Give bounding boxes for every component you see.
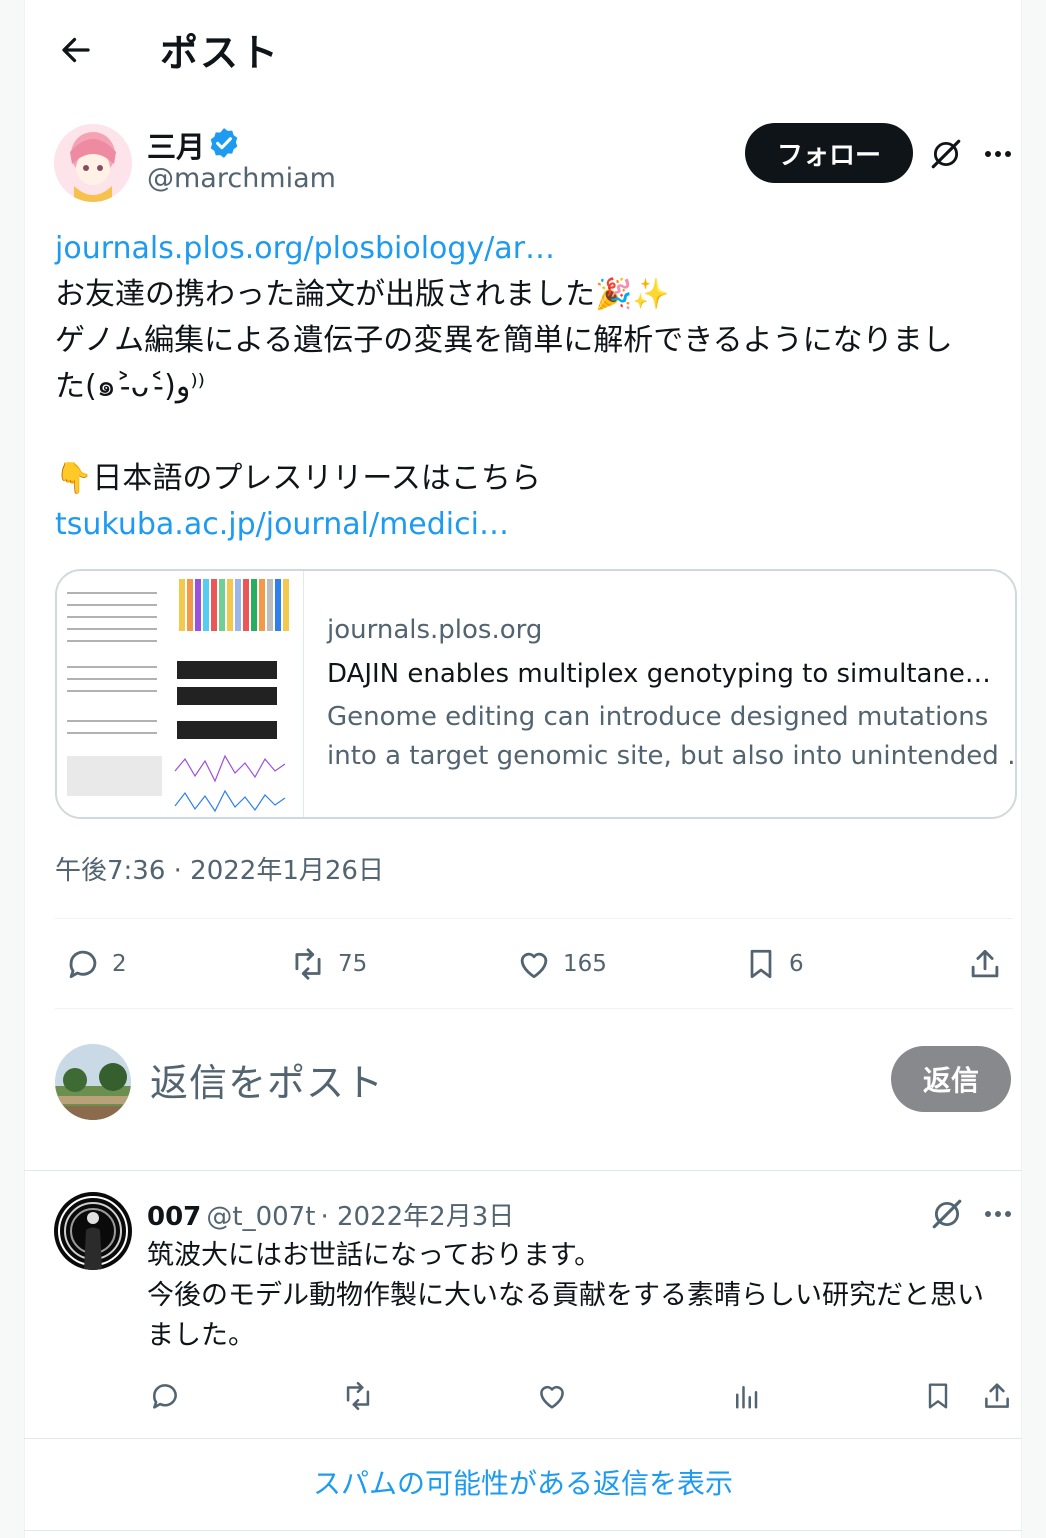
author-handle[interactable]: @marchmiam — [147, 163, 336, 194]
repost-icon — [346, 1381, 370, 1411]
reply-views-button[interactable] — [727, 1377, 765, 1415]
more-icon — [985, 151, 1011, 157]
divider — [55, 1008, 1013, 1009]
show-spam-replies-link[interactable]: スパムの可能性がある返信を表示 — [0, 1462, 1046, 1502]
reply-text-line: 筑波大にはお世話になっております。 — [147, 1240, 602, 1271]
post-text-line: お友達の携わった論文が出版されました🎉✨ — [55, 277, 670, 312]
post-text-line: た(๑˃̵ᴗ˂̵)و⁾⁾ — [55, 369, 206, 404]
reply-author-row: 007 @t_007t · 2022年2月3日 — [147, 1196, 514, 1233]
section-divider — [24, 1170, 1022, 1171]
like-action[interactable]: 165 — [515, 945, 607, 983]
reply-icon — [69, 950, 97, 979]
reply-bookmark-button[interactable] — [919, 1377, 957, 1415]
grok-icon — [931, 139, 961, 169]
page-title: ポスト — [160, 31, 281, 75]
reply-author-handle[interactable]: @t_007t — [206, 1202, 315, 1232]
card-title: DAJIN enables multiplex genotyping to si… — [327, 659, 992, 689]
reply-grok-button[interactable] — [927, 1194, 967, 1234]
back-button[interactable] — [58, 32, 94, 68]
section-divider — [24, 1530, 1022, 1531]
more-icon — [985, 1211, 1011, 1217]
card-description: Genome editing can introduce designed mu… — [327, 698, 1017, 776]
analytics-icon — [736, 1386, 758, 1409]
current-user-avatar[interactable] — [55, 1044, 131, 1120]
share-icon — [985, 1383, 1009, 1408]
divider — [55, 918, 1013, 919]
bookmark-count: 6 — [789, 951, 804, 977]
post-link-plos[interactable]: journals.plos.org/plosbiology/ar… — [55, 226, 555, 272]
reply-repost-button[interactable] — [339, 1377, 377, 1415]
reply-icon — [153, 1384, 177, 1409]
post-text-line: 👇日本語のプレスリリースはこちら — [55, 461, 541, 496]
share-action[interactable] — [966, 945, 1004, 983]
reply-submit-button[interactable]: 返信 — [891, 1046, 1011, 1112]
reply-like-button[interactable] — [533, 1377, 571, 1415]
reply-text: 筑波大にはお世話になっております。 今後のモデル動物作製に大いなる貢献をする素晴… — [147, 1236, 984, 1356]
repost-count: 75 — [338, 951, 368, 977]
verified-badge-icon — [207, 126, 241, 160]
reply-author-name[interactable]: 007 — [147, 1202, 201, 1232]
heart-icon — [520, 952, 548, 979]
repost-action[interactable]: 75 — [288, 945, 367, 983]
card-domain: journals.plos.org — [327, 615, 543, 645]
grok-icon — [932, 1199, 962, 1229]
post-timestamp[interactable]: 午後7:36 · 2022年1月26日 — [55, 850, 384, 887]
reply-input[interactable]: 返信をポスト — [150, 1052, 384, 1107]
reply-action[interactable]: 2 — [64, 945, 127, 983]
follow-button[interactable]: フォロー — [745, 123, 913, 183]
bookmark-icon — [928, 1383, 948, 1409]
section-divider — [24, 1438, 1022, 1439]
share-icon — [971, 949, 999, 978]
reply-author-avatar[interactable] — [54, 1192, 132, 1270]
grok-button[interactable] — [926, 134, 966, 174]
card-desc-line: Genome editing can introduce designed mu… — [327, 702, 989, 732]
card-thumbnail — [57, 571, 304, 817]
repost-icon — [295, 948, 321, 980]
heart-icon — [540, 1385, 564, 1409]
post-link-tsukuba[interactable]: tsukuba.ac.jp/journal/medici… — [55, 502, 509, 548]
author-name[interactable]: 三月 — [147, 124, 205, 166]
reply-share-button[interactable] — [978, 1377, 1016, 1415]
link-preview-card[interactable]: journals.plos.org DAJIN enables multiple… — [55, 569, 1017, 819]
arrow-left-icon — [62, 37, 90, 63]
bookmark-action[interactable]: 6 — [743, 945, 804, 983]
reply-text-line: ました。 — [147, 1320, 255, 1351]
card-desc-line: into a target genomic site, but also int… — [327, 741, 1017, 771]
reply-date[interactable]: · 2022年2月3日 — [320, 1202, 514, 1232]
like-count: 165 — [563, 951, 607, 977]
reply-more-button[interactable] — [978, 1194, 1018, 1234]
author-avatar[interactable] — [54, 124, 132, 202]
reply-reply-button[interactable] — [146, 1377, 184, 1415]
post-text-line: ゲノム編集による遺伝子の変異を簡単に解析できるようになりまし — [55, 323, 953, 358]
reply-count: 2 — [112, 951, 127, 977]
more-options-button[interactable] — [978, 134, 1018, 174]
bookmark-icon — [750, 949, 772, 979]
reply-text-line: 今後のモデル動物作製に大いなる貢献をする素晴らしい研究だと思い — [147, 1280, 984, 1311]
